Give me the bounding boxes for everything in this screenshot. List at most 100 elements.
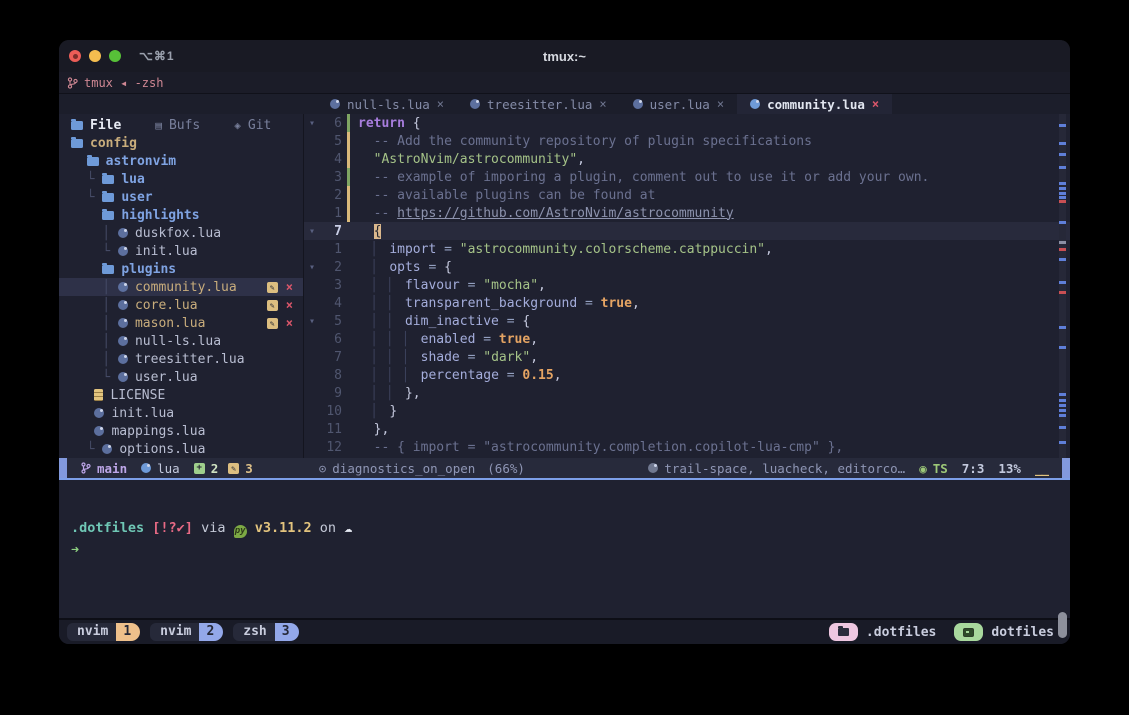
- lua-file-icon: [470, 99, 480, 109]
- titlebar[interactable]: ⌥⌘1 tmux:~: [59, 40, 1070, 72]
- shell-pane[interactable]: .dotfiles [!?✔] via py v3.11.2 on ☁ ➜: [59, 478, 1070, 618]
- tree-item-label: null-ls.lua: [135, 334, 221, 349]
- code-text: ▏ ▏ ▏ enabled = true,: [358, 332, 538, 347]
- code-text: -- example of imporing a plugin, comment…: [358, 170, 929, 185]
- code-line[interactable]: 3 -- example of imporing a plugin, comme…: [304, 168, 1070, 186]
- git-branch-name[interactable]: main: [97, 461, 127, 476]
- cloud-icon: ☁: [344, 520, 352, 536]
- tree-item-highlights[interactable]: highlights: [59, 206, 303, 224]
- code-line[interactable]: 5 -- Add the community repository of plu…: [304, 132, 1070, 150]
- lua-file-icon: [94, 408, 104, 418]
- buffer-tab-user.lua[interactable]: user.lua ×: [620, 94, 737, 114]
- buffer-tab-treesitter.lua[interactable]: treesitter.lua×: [457, 94, 620, 114]
- terminal-scrollbar-thumb[interactable]: [1058, 612, 1067, 638]
- scrollbar-mark: [1059, 409, 1066, 412]
- git-icon: ◈: [234, 119, 241, 132]
- tree-item-user[interactable]: └ user: [59, 188, 303, 206]
- tree-item-treesitter.lua[interactable]: │ treesitter.lua: [59, 350, 303, 368]
- close-buffer-icon[interactable]: ×: [872, 97, 879, 111]
- code-text: "AstroNvim/astrocommunity",: [358, 152, 585, 167]
- tmux-window-nvim-2[interactable]: nvim2: [150, 623, 223, 641]
- code-line[interactable]: 10 ▏ }: [304, 402, 1070, 420]
- code-text: ▏ ▏ ▏ shade = "dark",: [358, 350, 538, 365]
- gitsigns-green-bar: [347, 114, 350, 132]
- code-line[interactable]: ▾6return {: [304, 114, 1070, 132]
- tmux-window-nvim-1[interactable]: nvim1: [67, 623, 140, 641]
- scrollbar-mark: [1059, 426, 1066, 429]
- folder-icon: [87, 157, 99, 166]
- tree-item-community.lua[interactable]: │ community.lua✎×: [59, 278, 303, 296]
- tmux-window-zsh-3[interactable]: zsh3: [233, 623, 298, 641]
- prompt-git-status: [!?✔]: [152, 520, 193, 536]
- sidebar-tab-git[interactable]: ◈ Git: [234, 118, 271, 133]
- close-buffer-icon[interactable]: ×: [599, 97, 606, 111]
- code-line[interactable]: 3 ▏ ▏ flavour = "mocha",: [304, 276, 1070, 294]
- sidebar-tab-file[interactable]: File: [71, 118, 121, 133]
- tree-item-options.lua[interactable]: └ options.lua: [59, 440, 303, 458]
- tree-item-config[interactable]: config: [59, 134, 303, 152]
- tree-item-LICENSE[interactable]: LICENSE: [59, 386, 303, 404]
- gitsigns-yellow-bar: [347, 204, 350, 222]
- editor-scrollbar[interactable]: [1059, 114, 1066, 458]
- code-line[interactable]: 4 ▏ ▏ transparent_background = true,: [304, 294, 1070, 312]
- tree-item-label: treesitter.lua: [135, 352, 245, 367]
- code-line[interactable]: 4 "AstroNvim/astrocommunity",: [304, 150, 1070, 168]
- close-buffer-icon[interactable]: ×: [717, 97, 724, 111]
- line-number: 1: [320, 206, 342, 221]
- close-buffer-icon[interactable]: ×: [437, 97, 444, 111]
- line-number: 7: [320, 350, 342, 365]
- gitsigns-column: [347, 294, 350, 312]
- tree-item-lua[interactable]: └ lua: [59, 170, 303, 188]
- git-modified-count: 3: [245, 461, 253, 476]
- tmux-window-name: zsh: [233, 623, 274, 641]
- tree-item-label: astronvim: [106, 154, 176, 169]
- lua-file-icon: [118, 228, 128, 238]
- line-number: 1: [320, 242, 342, 257]
- code-line[interactable]: ▾5 ▏ ▏ dim_inactive = {: [304, 312, 1070, 330]
- tree-item-label: init.lua: [111, 406, 174, 421]
- scrollbar-mark: [1059, 200, 1066, 203]
- code-line[interactable]: 1 -- https://github.com/AstroNvim/astroc…: [304, 204, 1070, 222]
- tree-item-init.lua[interactable]: init.lua: [59, 404, 303, 422]
- code-line[interactable]: 12 -- { import = "astrocommunity.complet…: [304, 438, 1070, 456]
- gitsigns-column: [347, 330, 350, 348]
- tree-item-duskfox.lua[interactable]: │ duskfox.lua: [59, 224, 303, 242]
- scrollbar-mark: [1059, 393, 1066, 396]
- code-line[interactable]: 9 ▏ ▏ },: [304, 384, 1070, 402]
- python-icon: py: [234, 525, 247, 538]
- filetype-label: lua: [157, 461, 180, 476]
- buffer-tab-community.lua[interactable]: community.lua×: [737, 94, 892, 114]
- fold-chevron-icon[interactable]: ▾: [304, 262, 320, 273]
- code-line[interactable]: 7 ▏ ▏ ▏ shade = "dark",: [304, 348, 1070, 366]
- fold-chevron-icon[interactable]: ▾: [304, 226, 320, 237]
- tmux-window-name: nvim: [67, 623, 116, 641]
- tree-item-plugins[interactable]: plugins: [59, 260, 303, 278]
- tree-item-null-ls.lua[interactable]: │ null-ls.lua: [59, 332, 303, 350]
- code-line[interactable]: 11 },: [304, 420, 1070, 438]
- tree-item-core.lua[interactable]: │ core.lua✎×: [59, 296, 303, 314]
- tree-item-init.lua[interactable]: └ init.lua: [59, 242, 303, 260]
- code-line[interactable]: 1 ▏ import = "astrocommunity.colorscheme…: [304, 240, 1070, 258]
- code-text: ▏ ▏ flavour = "mocha",: [358, 278, 546, 293]
- sidebar-tab-bufs[interactable]: ▤Bufs: [155, 118, 200, 133]
- fold-chevron-icon[interactable]: ▾: [304, 118, 320, 129]
- gitsigns-column: [347, 312, 350, 330]
- fold-chevron-icon[interactable]: ▾: [304, 316, 320, 327]
- code-line[interactable]: 6 ▏ ▏ ▏ enabled = true,: [304, 330, 1070, 348]
- tree-item-mappings.lua[interactable]: mappings.lua: [59, 422, 303, 440]
- tree-item-user.lua[interactable]: └ user.lua: [59, 368, 303, 386]
- buffer-tab-label: user.lua: [650, 97, 710, 112]
- scrollbar-mark: [1059, 153, 1066, 156]
- code-line[interactable]: ▾2 ▏ opts = {: [304, 258, 1070, 276]
- sidebar-tab-label: Git: [248, 118, 271, 133]
- code-line[interactable]: 8 ▏ ▏ ▏ percentage = 0.15,: [304, 366, 1070, 384]
- sidebar-tab-label: File: [90, 118, 121, 133]
- buffer-tab-null-ls.lua[interactable]: null-ls.lua×: [317, 94, 457, 114]
- code-line[interactable]: ▾7 {: [304, 222, 1070, 240]
- session-label: tmux ◂ -zsh: [84, 76, 163, 90]
- tree-item-astronvim[interactable]: astronvim: [59, 152, 303, 170]
- tree-item-label: community.lua: [135, 280, 237, 295]
- code-line[interactable]: 2 -- available plugins can be found at: [304, 186, 1070, 204]
- tree-item-mason.lua[interactable]: │ mason.lua✎×: [59, 314, 303, 332]
- code-editor[interactable]: ▾6return {5 -- Add the community reposit…: [304, 114, 1070, 458]
